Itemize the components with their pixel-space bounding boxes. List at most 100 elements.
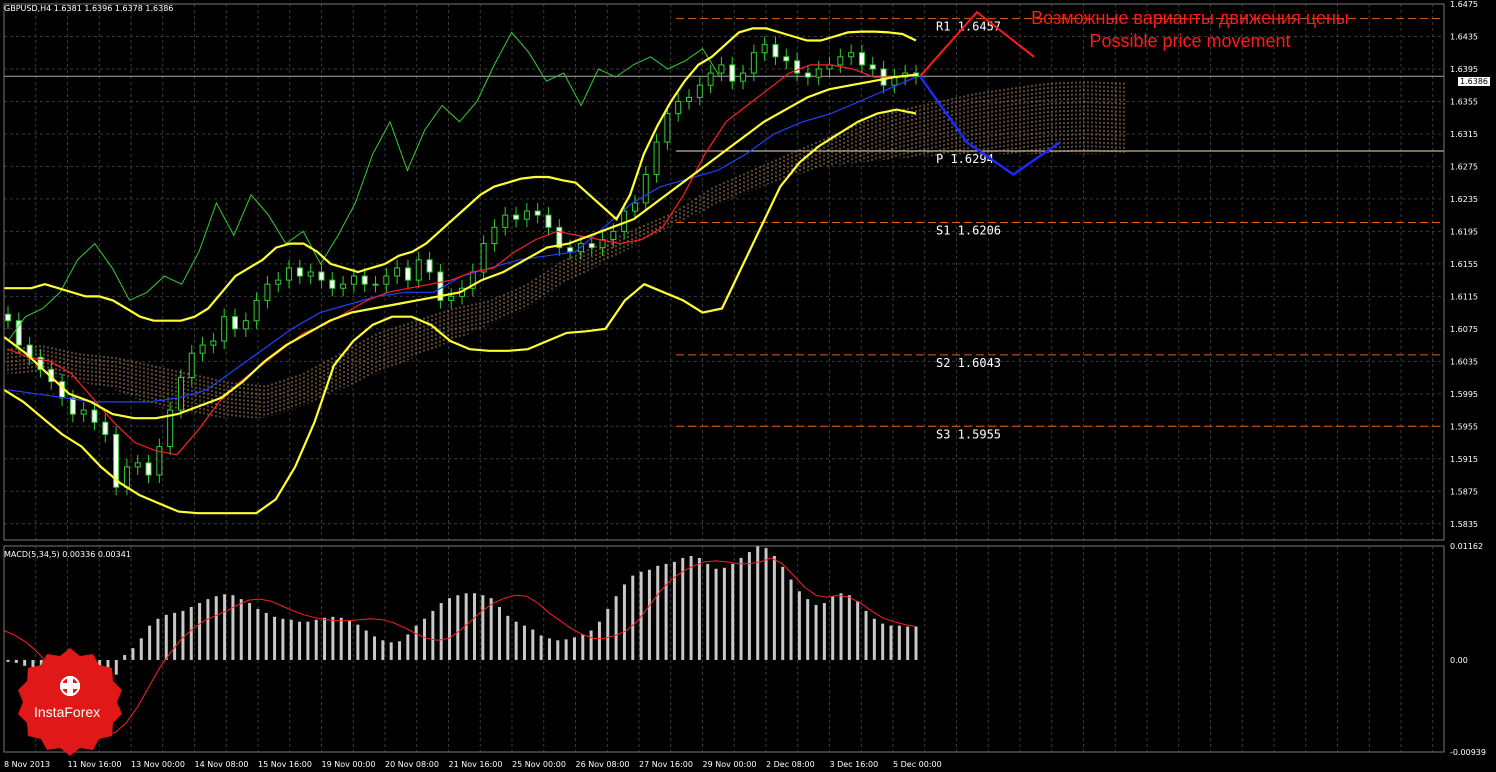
x-tick-label: 29 Nov 00:00 xyxy=(703,760,757,769)
candle-body xyxy=(740,72,747,82)
macd-bar xyxy=(298,621,302,660)
macd-bar xyxy=(231,595,235,660)
candle-body xyxy=(145,462,152,476)
candle-body xyxy=(69,397,76,415)
macd-bar xyxy=(506,615,510,660)
x-tick-label: 5 Dec 00:00 xyxy=(893,760,942,769)
y-tick-label: 1.5875 xyxy=(1450,487,1478,496)
current-price-tag: 1.6386 xyxy=(1458,77,1490,86)
candle-body xyxy=(383,275,390,285)
macd-bar xyxy=(572,637,576,660)
macd-bar xyxy=(889,625,893,660)
macd-bar xyxy=(822,603,826,660)
pivot-label-S1: S1 1.6206 xyxy=(936,223,1001,237)
instaforex-logo xyxy=(18,648,122,756)
macd-bar xyxy=(148,625,152,660)
candle-body xyxy=(134,462,141,468)
candle-body xyxy=(426,259,433,273)
macd-bar xyxy=(306,621,310,660)
macd-bar xyxy=(239,599,243,660)
macd-bar xyxy=(273,616,277,660)
macd-bar xyxy=(606,608,610,660)
y-tick-label: 1.5915 xyxy=(1450,455,1478,464)
x-tick-label: 11 Nov 16:00 xyxy=(68,760,122,769)
x-tick-label: 15 Nov 16:00 xyxy=(258,760,312,769)
macd-bar xyxy=(431,610,435,660)
macd-bar xyxy=(856,601,860,660)
candle-body xyxy=(199,344,206,354)
pivot-label-S3: S3 1.5955 xyxy=(936,427,1001,441)
macd-bar xyxy=(414,625,418,660)
candle-body xyxy=(275,279,282,285)
x-tick-label: 27 Nov 16:00 xyxy=(639,760,693,769)
macd-bar xyxy=(789,579,793,660)
candle-body xyxy=(826,64,833,70)
macd-bar xyxy=(897,625,901,660)
macd-bar xyxy=(747,552,751,660)
y-tick-label: 1.6035 xyxy=(1450,357,1478,366)
y-tick-label: 1.5835 xyxy=(1450,520,1478,529)
candle-body xyxy=(750,52,757,74)
macd-bar xyxy=(423,618,427,660)
y-tick-label: 1.6275 xyxy=(1450,162,1478,171)
macd-bar xyxy=(531,629,535,660)
macd-bar xyxy=(647,569,651,660)
y-tick-label: 1.6355 xyxy=(1450,97,1478,106)
x-tick-label: 3 Dec 16:00 xyxy=(830,760,879,769)
x-tick-label: 2 Dec 08:00 xyxy=(766,760,815,769)
candle-body xyxy=(404,267,411,281)
instaforex-emblem-icon xyxy=(60,676,80,696)
macd-bar xyxy=(472,593,476,660)
macd-bar xyxy=(223,594,227,660)
x-tick-label: 8 Nov 2013 xyxy=(4,760,50,769)
macd-bar xyxy=(348,620,352,660)
candle-body xyxy=(675,100,682,115)
candle-body xyxy=(91,409,98,423)
candle-body xyxy=(664,113,671,143)
candle-body xyxy=(783,56,790,62)
candle-body xyxy=(869,64,876,70)
macd-bar xyxy=(864,610,868,660)
macd-bar xyxy=(756,546,760,660)
candle-body xyxy=(415,259,422,281)
candle-body xyxy=(653,141,660,176)
macd-bar xyxy=(872,618,876,660)
macd-bar xyxy=(539,635,543,660)
macd-bar xyxy=(456,595,460,660)
y-tick-label: 1.6115 xyxy=(1450,292,1478,301)
candle-body xyxy=(5,313,11,322)
candle-body xyxy=(448,295,455,301)
macd-bar xyxy=(323,617,327,660)
macd-bar xyxy=(547,638,551,660)
main-panel-frame xyxy=(3,3,1445,541)
candle-body xyxy=(394,267,401,277)
candle-body xyxy=(177,377,184,411)
x-tick-label: 26 Nov 08:00 xyxy=(576,760,630,769)
candle-body xyxy=(361,275,368,285)
candle-body xyxy=(523,210,530,220)
candle-body xyxy=(718,64,725,74)
candle-body xyxy=(253,299,260,322)
candle-body xyxy=(210,340,217,346)
macd-bar xyxy=(381,640,385,660)
macd-bar xyxy=(714,568,718,660)
macd-bar xyxy=(481,595,485,660)
candle-body xyxy=(761,44,768,54)
candle-body xyxy=(545,214,552,228)
candle-body xyxy=(815,68,822,78)
candle-body xyxy=(242,320,249,330)
macd-bar xyxy=(906,626,910,660)
x-tick-label: 14 Nov 08:00 xyxy=(195,760,249,769)
candle-body xyxy=(80,409,87,415)
candle-body xyxy=(696,84,703,98)
macd-bar xyxy=(689,556,693,660)
candle-body xyxy=(631,202,638,212)
macd-bar xyxy=(331,616,335,660)
macd-bar xyxy=(6,659,10,662)
candle-body xyxy=(286,267,293,281)
candle-body xyxy=(102,421,109,435)
macd-bar xyxy=(156,618,160,660)
macd-bar xyxy=(656,565,660,660)
macd-bar xyxy=(189,606,193,660)
chikou-line xyxy=(7,31,721,342)
